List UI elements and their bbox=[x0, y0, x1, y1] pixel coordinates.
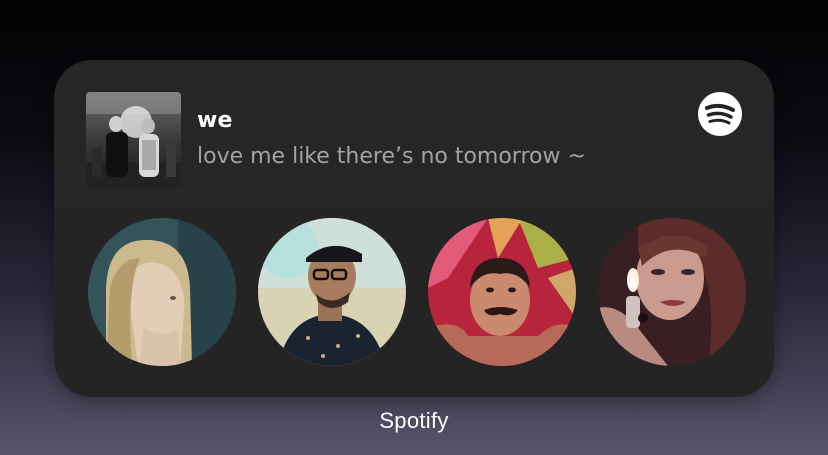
artist-avatar[interactable] bbox=[258, 218, 406, 366]
track-subtitle: love me like there’s no tomorrow ~ bbox=[197, 144, 586, 169]
app-label: Spotify bbox=[379, 408, 449, 433]
artist-photo-mustached-man-red-icon bbox=[428, 218, 576, 366]
artist-photo-woman-with-lighter-icon bbox=[598, 218, 746, 366]
spotify-icon bbox=[697, 91, 743, 137]
artist-avatar[interactable] bbox=[88, 218, 236, 366]
track-title: we bbox=[197, 108, 233, 133]
spotify-widget[interactable]: we love me like there’s no tomorrow ~ bbox=[54, 60, 774, 397]
recent-artists-row bbox=[88, 218, 748, 366]
artist-avatar[interactable] bbox=[598, 218, 746, 366]
now-playing-section[interactable]: we love me like there’s no tomorrow ~ bbox=[54, 60, 774, 205]
artist-avatar[interactable] bbox=[428, 218, 576, 366]
artist-photo-man-with-glasses-and-cap-icon bbox=[258, 218, 406, 366]
artist-photo-blonde-woman-icon bbox=[88, 218, 236, 366]
album-art-image[interactable] bbox=[86, 92, 181, 187]
